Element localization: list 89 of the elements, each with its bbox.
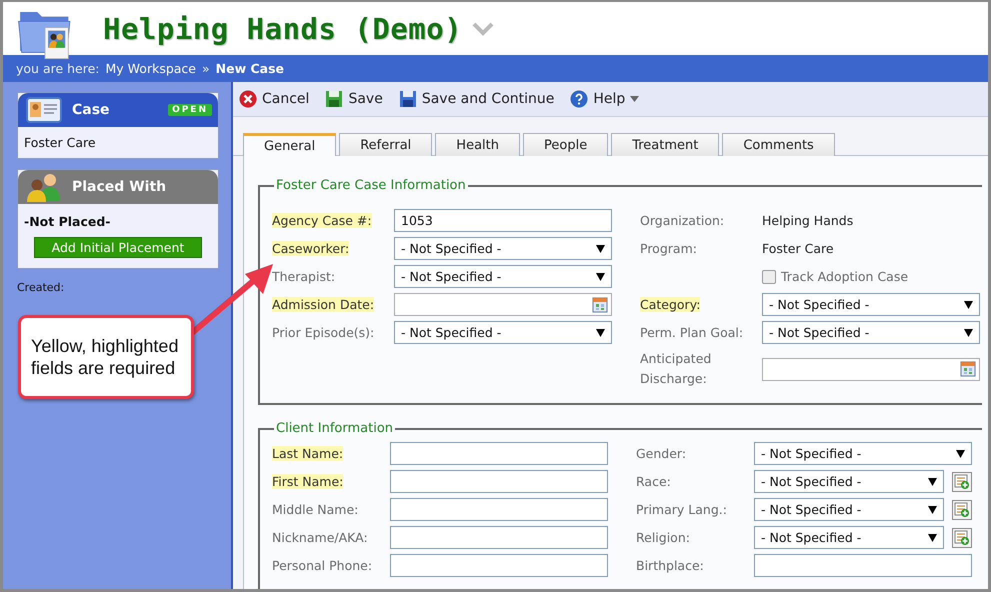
- case-type: Foster Care: [23, 134, 97, 152]
- field-label: First Name:: [272, 474, 344, 488]
- field-label: Admission Date:: [272, 296, 374, 312]
- cancel-icon: [239, 90, 257, 108]
- app-title: Helping Hands (Demo): [103, 12, 462, 46]
- field-label: Race:: [636, 474, 671, 488]
- dropdown-arrow-icon: [596, 272, 605, 280]
- chevron-down-icon[interactable]: [472, 22, 494, 36]
- dropdown-arrow-icon: [928, 506, 937, 514]
- floppy-icon: [325, 90, 344, 108]
- toolbar-button[interactable]: Help: [570, 90, 640, 108]
- callout-note: Yellow, highlighted fields are required: [18, 315, 194, 399]
- field-label: Anticipated Discharge:: [640, 351, 712, 386]
- field-label: Last Name:: [272, 446, 344, 460]
- dropdown[interactable]: - Not Specified -: [394, 265, 612, 288]
- field-value: Helping Hands: [762, 213, 854, 228]
- field-label: Therapist:: [272, 268, 336, 284]
- dropdown-arrow-icon: [596, 328, 605, 336]
- field-label: Birthplace:: [636, 558, 704, 572]
- dropdown[interactable]: - Not Specified -: [762, 293, 980, 316]
- dropdown-arrow-icon: [964, 328, 973, 336]
- text-field[interactable]: [390, 526, 608, 549]
- placement-status: -Not Placed-: [23, 213, 112, 231]
- toolbar-button[interactable]: Save and Continue: [398, 90, 554, 108]
- dropdown-arrow-icon: [928, 534, 937, 542]
- dropdown-arrow-icon: [596, 244, 605, 252]
- field-label: Middle Name:: [272, 502, 358, 516]
- dropdown[interactable]: - Not Specified -: [754, 470, 944, 493]
- add-placement-button[interactable]: Add Initial Placement: [34, 237, 202, 258]
- checkbox[interactable]: [762, 270, 776, 284]
- field-label: Prior Episode(s):: [272, 324, 374, 340]
- panel-title: Case: [72, 102, 111, 118]
- tab[interactable]: People: [523, 133, 608, 156]
- breadcrumb-separator: »: [202, 61, 210, 76]
- field-label: Organization:: [640, 212, 724, 228]
- field-label: Religion:: [636, 530, 690, 544]
- field-label: Personal Phone:: [272, 558, 372, 572]
- add-list-button[interactable]: [952, 528, 972, 548]
- text-field[interactable]: [754, 554, 972, 577]
- calendar-icon[interactable]: [960, 361, 976, 377]
- id-card-icon: [26, 96, 62, 124]
- dropdown-arrow-icon: [928, 478, 937, 486]
- field-label: Gender:: [636, 446, 686, 460]
- field-label: Nickname/AKA:: [272, 530, 368, 544]
- floppy-icon: [398, 90, 417, 108]
- tab[interactable]: Health: [435, 133, 520, 156]
- calendar-icon[interactable]: [592, 296, 608, 312]
- checkbox-label[interactable]: Track Adoption Case: [762, 269, 908, 284]
- date-field[interactable]: [394, 293, 612, 316]
- text-field[interactable]: [390, 554, 608, 577]
- field-label: Primary Lang.:: [636, 502, 727, 516]
- field-label: Agency Case #:: [272, 212, 372, 228]
- dropdown[interactable]: - Not Specified -: [754, 526, 944, 549]
- breadcrumb-link[interactable]: My Workspace: [106, 61, 196, 76]
- field-label: Caseworker:: [272, 240, 350, 256]
- people-icon: [26, 172, 62, 202]
- tab[interactable]: Treatment: [611, 133, 720, 156]
- breadcrumb-label: you are here:: [16, 61, 100, 76]
- field-value: Foster Care: [762, 241, 834, 256]
- status-badge: OPEN: [168, 104, 212, 116]
- caret-icon: [630, 96, 640, 102]
- dropdown[interactable]: - Not Specified -: [762, 321, 980, 344]
- field-label: Program:: [640, 240, 697, 256]
- field-label: Category:: [640, 296, 700, 312]
- tab[interactable]: General: [243, 133, 336, 156]
- dropdown-arrow-icon: [956, 450, 965, 458]
- toolbar-button[interactable]: Cancel: [239, 90, 310, 108]
- section-title: Foster Care Case Information: [275, 178, 467, 193]
- field-label: Perm. Plan Goal:: [640, 324, 744, 340]
- dropdown[interactable]: - Not Specified -: [754, 498, 944, 521]
- date-field[interactable]: [762, 358, 980, 380]
- help-icon: [570, 90, 588, 108]
- tab[interactable]: Comments: [722, 133, 835, 156]
- toolbar-button[interactable]: Save: [325, 90, 383, 108]
- created-label: Created:: [17, 281, 66, 294]
- dropdown[interactable]: - Not Specified -: [394, 237, 612, 260]
- breadcrumb-current: New Case: [216, 61, 284, 76]
- add-list-button[interactable]: [952, 500, 972, 520]
- dropdown[interactable]: - Not Specified -: [754, 442, 972, 465]
- dropdown[interactable]: - Not Specified -: [394, 321, 612, 344]
- text-field[interactable]: [390, 498, 608, 521]
- tab[interactable]: Referral: [339, 133, 432, 156]
- section-title: Client Information: [275, 421, 394, 436]
- panel-title: Placed With: [72, 179, 168, 195]
- dropdown-arrow-icon: [964, 300, 973, 308]
- add-list-button[interactable]: [952, 472, 972, 492]
- text-field[interactable]: [390, 470, 608, 493]
- text-field[interactable]: [390, 442, 608, 465]
- text-field[interactable]: 1053: [394, 209, 612, 232]
